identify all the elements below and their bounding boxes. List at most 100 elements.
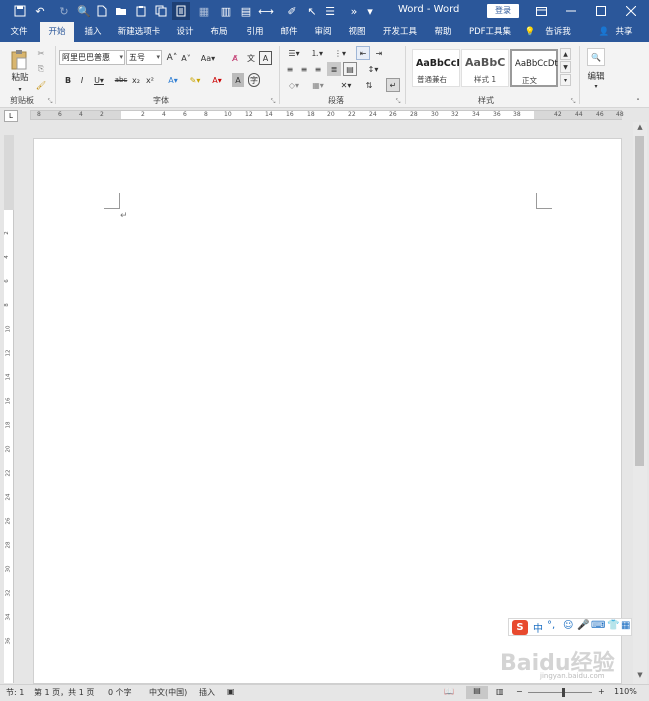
format-painter-icon[interactable]: ✐ xyxy=(284,3,300,19)
multilevel-list-icon[interactable]: ⋮▾ xyxy=(330,46,350,60)
tab-file[interactable]: 文件 xyxy=(4,22,34,42)
cut-icon[interactable]: ✂ xyxy=(35,46,47,60)
close-icon[interactable] xyxy=(616,0,646,22)
clipboard-launcher-icon[interactable]: ⤡ xyxy=(46,95,54,109)
zoom-in-icon[interactable]: + xyxy=(598,687,605,696)
char-shading-icon[interactable]: A xyxy=(232,73,244,87)
tab-review[interactable]: 审阅 xyxy=(308,22,338,42)
strikethrough-icon[interactable]: abc xyxy=(113,73,129,87)
emoji-icon[interactable]: ☺ xyxy=(563,620,573,631)
find-icon[interactable]: 🔍 xyxy=(587,48,605,66)
language-indicator[interactable]: 中文(中国) xyxy=(149,687,187,698)
decrease-indent-icon[interactable]: ⇤ xyxy=(356,46,370,60)
punctuation-icon[interactable]: °, xyxy=(547,620,555,631)
subscript-icon[interactable]: x₂ xyxy=(130,73,142,87)
increase-indent-icon[interactable]: ⇥ xyxy=(372,46,386,60)
highlight-icon[interactable]: ✎▾ xyxy=(186,73,204,87)
keyboard-icon[interactable]: ⌨ xyxy=(591,620,605,631)
style-body-text[interactable]: AaBbCcDt 正文 xyxy=(510,49,558,87)
table-icon[interactable]: ▦ xyxy=(196,3,212,19)
copy-icon[interactable]: ⎘ xyxy=(35,62,47,76)
read-mode-view-icon[interactable]: 📖 xyxy=(444,687,454,696)
bullets-icon[interactable]: ☰▾ xyxy=(284,46,304,60)
style-1[interactable]: AaBbC 样式 1 xyxy=(461,49,509,87)
tab-developer[interactable]: 开发工具 xyxy=(378,22,422,42)
paste-icon[interactable] xyxy=(133,3,149,19)
styles-scroll-down-icon[interactable]: ▼ xyxy=(560,61,571,73)
tab-references[interactable]: 引用 xyxy=(240,22,270,42)
style-normal[interactable]: AaBbCcI 普通兼右 xyxy=(412,49,460,87)
char-border-icon[interactable]: A xyxy=(259,51,272,65)
more-icon[interactable]: » xyxy=(346,3,362,19)
numbering-icon[interactable]: ⒈▾ xyxy=(307,46,327,60)
tell-me-search[interactable]: 告诉我 xyxy=(540,22,576,42)
paste-icon[interactable] xyxy=(8,48,30,72)
zoom-out-icon[interactable]: − xyxy=(516,687,523,696)
align-right-icon[interactable]: ≡ xyxy=(312,62,324,76)
align-center-icon[interactable]: ≡ xyxy=(298,62,310,76)
insert-mode[interactable]: 插入 xyxy=(199,687,215,698)
tab-layout[interactable]: 布局 xyxy=(204,22,234,42)
collapse-ribbon-icon[interactable]: ˄ xyxy=(633,95,643,109)
font-name-combo[interactable]: 阿里巴巴普惠 ▾ xyxy=(59,50,125,65)
zoom-slider[interactable] xyxy=(528,692,592,693)
tab-design[interactable]: 设计 xyxy=(170,22,200,42)
styles-launcher-icon[interactable]: ⤡ xyxy=(569,95,577,109)
chinese-layout-icon[interactable]: ✕▾ xyxy=(336,78,356,92)
tab-home[interactable]: 开始 xyxy=(40,22,74,42)
undo-icon[interactable]: ↶ xyxy=(32,3,48,19)
open-icon[interactable] xyxy=(113,3,129,19)
layout-icon[interactable]: ▤ xyxy=(238,3,254,19)
tab-new[interactable]: 新建选项卡 xyxy=(112,22,166,42)
vertical-ruler[interactable]: 2 4 6 8 10 12 14 16 18 20 22 24 26 28 30 32 34 36 xyxy=(4,135,14,683)
macro-record-icon[interactable]: ▣ xyxy=(227,687,235,696)
tab-help[interactable]: 帮助 xyxy=(428,22,458,42)
toolbox-icon[interactable]: ▦ xyxy=(621,620,630,631)
section-indicator[interactable]: 节: 1 xyxy=(6,687,24,698)
bullets-icon[interactable]: ☰ xyxy=(322,3,338,19)
font-size-combo[interactable]: 五号 ▾ xyxy=(126,50,162,65)
microphone-icon[interactable]: 🎤 xyxy=(577,620,589,631)
page-indicator[interactable]: 第 1 页，共 1 页 xyxy=(34,687,94,698)
web-layout-view-icon[interactable]: ▥ xyxy=(496,687,504,696)
vertical-scrollbar[interactable]: ▲ ▼ xyxy=(633,122,647,684)
superscript-icon[interactable]: x² xyxy=(144,73,156,87)
grow-font-icon[interactable]: A˄ xyxy=(166,51,178,65)
paragraph-launcher-icon[interactable]: ⤡ xyxy=(394,95,402,109)
word-count[interactable]: 0 个字 xyxy=(108,687,132,698)
bold-icon[interactable]: B xyxy=(62,73,74,87)
underline-icon[interactable]: U▾ xyxy=(90,73,108,87)
print-preview-icon[interactable]: 🔍 xyxy=(76,3,92,19)
shading-icon[interactable]: ◇▾ xyxy=(284,78,304,92)
borders-icon[interactable]: ▦▾ xyxy=(308,78,328,92)
text-effects-icon[interactable]: A▾ xyxy=(164,73,182,87)
clear-format-icon[interactable]: A̸ xyxy=(228,51,242,65)
skin-icon[interactable]: 👕 xyxy=(607,620,619,631)
new-doc-icon[interactable] xyxy=(94,3,110,19)
phonetic-guide-icon[interactable]: 文 xyxy=(244,51,258,65)
maximize-icon[interactable] xyxy=(586,0,616,22)
ribbon-display-icon[interactable] xyxy=(526,0,556,22)
format-painter-icon[interactable]: 🖌 xyxy=(35,78,47,92)
sort-icon[interactable]: ⇅ xyxy=(362,78,376,92)
editing-dropdown-icon[interactable]: ▾ xyxy=(591,79,601,93)
scroll-thumb[interactable] xyxy=(635,136,644,466)
read-mode-icon[interactable] xyxy=(172,2,190,20)
redo-icon[interactable]: ↻ xyxy=(56,3,72,19)
zoom-level[interactable]: 110% xyxy=(614,687,637,696)
enclose-char-icon[interactable]: 字 xyxy=(248,73,260,87)
horizontal-ruler[interactable]: 8 6 4 2 2 4 6 8 10 12 14 16 18 20 22 24 26 28 30 32 34 36 38 42… xyxy=(30,110,624,120)
font-color-icon[interactable]: A▾ xyxy=(208,73,226,87)
styles-more-icon[interactable]: ▾ xyxy=(560,74,571,86)
scroll-up-icon[interactable]: ▲ xyxy=(635,123,645,133)
tab-insert[interactable]: 插入 xyxy=(78,22,108,42)
change-case-icon[interactable]: Aa▾ xyxy=(198,51,218,65)
tab-pdf-tools[interactable]: PDF工具集 xyxy=(464,22,516,42)
line-spacing-icon[interactable]: ↕▾ xyxy=(362,62,384,76)
paste-dropdown-icon[interactable]: ▾ xyxy=(14,82,26,96)
ime-mode[interactable]: 中 xyxy=(533,620,543,635)
share-button[interactable]: 共享 xyxy=(612,22,636,42)
columns-icon[interactable]: ▥ xyxy=(218,3,234,19)
distributed-icon[interactable]: ▤ xyxy=(343,62,357,76)
fit-width-icon[interactable]: ⟷ xyxy=(258,3,274,19)
